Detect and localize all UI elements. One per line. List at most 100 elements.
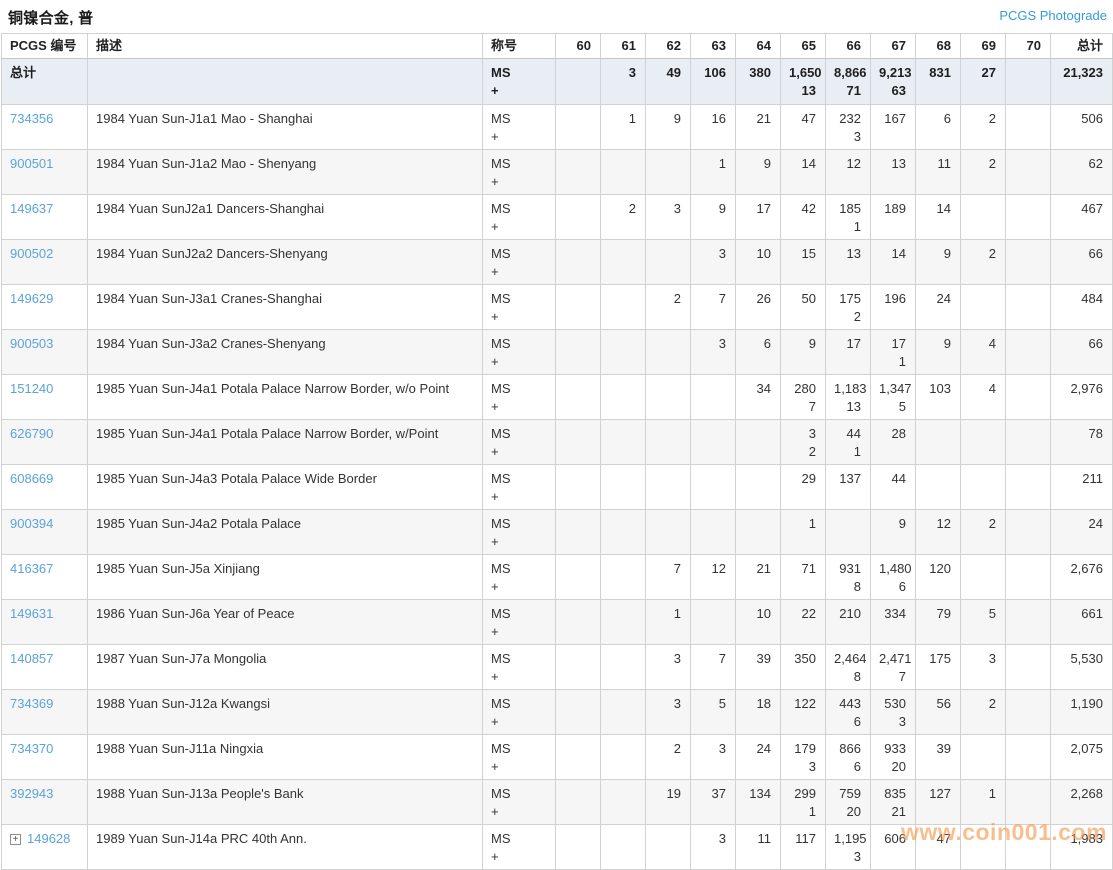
grade-cell-70: [1005, 239, 1051, 285]
pcgs-number-link[interactable]: 626790: [10, 426, 53, 441]
table-row: 149631 1986 Yuan Sun-J6a Year of Peace MS +…: [1, 599, 1113, 645]
pcgs-number-link[interactable]: 392943: [10, 786, 53, 801]
table-row: 734370 1988 Yuan Sun-J11a Ningxia MS + 2 3 24 1…: [1, 734, 1113, 780]
row-total: 2,075: [1050, 734, 1113, 780]
row-total: 484: [1050, 284, 1113, 330]
grade-cell-65: 9: [780, 329, 826, 375]
pcgs-number-cell: 608669: [1, 464, 88, 510]
pcgs-number-link[interactable]: 608669: [10, 471, 53, 486]
pcgs-number-link[interactable]: 416367: [10, 561, 53, 576]
grade-cell-60: [555, 284, 601, 330]
grade-cell-68: 56: [915, 689, 961, 735]
grade-cell-64: 21: [735, 104, 781, 150]
grade-cell-61: [600, 644, 646, 690]
pcgs-number-link[interactable]: 140857: [10, 651, 53, 666]
totals-grade-cell-68: 831: [915, 58, 961, 105]
pcgs-number-link[interactable]: 900501: [10, 156, 53, 171]
pcgs-photograde-link[interactable]: PCGS Photograde: [999, 8, 1107, 23]
grade-cell-62: [645, 329, 691, 375]
grade-cell-64: 9: [735, 149, 781, 195]
grade-cell-68: 24: [915, 284, 961, 330]
grade-cell-66: 866 6: [825, 734, 871, 780]
grade-cell-62: 19: [645, 779, 691, 825]
pcgs-number-link[interactable]: 149629: [10, 291, 53, 306]
coin-description: 1988 Yuan Sun-J12a Kwangsi: [87, 689, 483, 735]
grade-cell-63: 16: [690, 104, 736, 150]
pcgs-number-link[interactable]: 151240: [10, 381, 53, 396]
grade-cell-70: [1005, 194, 1051, 240]
pcgs-number-link[interactable]: 900503: [10, 336, 53, 351]
grade-cell-65: 50: [780, 284, 826, 330]
pcgs-number-cell: 140857: [1, 644, 88, 690]
column-header-grade-63: 63: [690, 33, 736, 59]
pcgs-number-link[interactable]: 900394: [10, 516, 53, 531]
grade-cell-69: [960, 194, 1006, 240]
grade-cell-62: 7: [645, 554, 691, 600]
table-row: 149629 1984 Yuan Sun-J3a1 Cranes-Shanghai…: [1, 284, 1113, 330]
grade-cell-67: 1,480 6: [870, 554, 916, 600]
pcgs-number-link[interactable]: 149637: [10, 201, 53, 216]
grade-cell-63: 7: [690, 644, 736, 690]
grade-cell-64: [735, 419, 781, 465]
table-row: 151240 1985 Yuan Sun-J4a1 Potala Palace N…: [1, 374, 1113, 420]
table-row: 734356 1984 Yuan Sun-J1a1 Mao - Shanghai M…: [1, 104, 1113, 150]
grade-cell-66: 210: [825, 599, 871, 645]
table-row: 416367 1985 Yuan Sun-J5a Xinjiang MS + 7 12 21…: [1, 554, 1113, 600]
grade-cell-63: 3: [690, 329, 736, 375]
grade-cell-61: 1: [600, 104, 646, 150]
coin-description: 1984 Yuan Sun-J1a2 Mao - Shenyang: [87, 149, 483, 195]
grade-cell-62: [645, 464, 691, 510]
column-header-description: 描述: [87, 33, 483, 59]
coin-description: 1984 Yuan Sun-J3a1 Cranes-Shanghai: [87, 284, 483, 330]
grade-cell-60: [555, 374, 601, 420]
coin-description: 1985 Yuan Sun-J4a3 Potala Palace Wide Bo…: [87, 464, 483, 510]
totals-label: 总计: [1, 58, 88, 105]
grade-cell-65: 280 7: [780, 374, 826, 420]
grade-cell-68: 103: [915, 374, 961, 420]
pcgs-number-link[interactable]: 900502: [10, 246, 53, 261]
coin-description: 1985 Yuan Sun-J4a2 Potala Palace: [87, 509, 483, 555]
coin-description: 1988 Yuan Sun-J13a People's Bank: [87, 779, 483, 825]
grade-cell-63: 3: [690, 824, 736, 870]
row-total: 66: [1050, 239, 1113, 285]
grade-cell-61: 2: [600, 194, 646, 240]
grade-cell-69: [960, 464, 1006, 510]
grade-cell-64: 10: [735, 599, 781, 645]
grade-cell-61: [600, 329, 646, 375]
coin-description: 1985 Yuan Sun-J4a1 Potala Palace Narrow …: [87, 374, 483, 420]
designation-cell: MS +: [482, 194, 556, 240]
pcgs-number-link[interactable]: 149631: [10, 606, 53, 621]
grade-cell-67: 9: [870, 509, 916, 555]
pcgs-number-link[interactable]: 734369: [10, 696, 53, 711]
grade-cell-61: [600, 374, 646, 420]
expand-icon[interactable]: +: [10, 834, 21, 845]
grade-cell-66: 443 6: [825, 689, 871, 735]
column-header-grade-60: 60: [555, 33, 601, 59]
grade-cell-63: 12: [690, 554, 736, 600]
grade-cell-61: [600, 824, 646, 870]
pcgs-number-link[interactable]: 734356: [10, 111, 53, 126]
pcgs-number-link[interactable]: 734370: [10, 741, 53, 756]
grade-cell-69: [960, 734, 1006, 780]
grade-cell-60: [555, 689, 601, 735]
grade-cell-66: 185 1: [825, 194, 871, 240]
grade-cell-64: 6: [735, 329, 781, 375]
column-header-pcgs-number: PCGS 编号: [1, 33, 88, 59]
row-total: 661: [1050, 599, 1113, 645]
row-total: 78: [1050, 419, 1113, 465]
grade-cell-62: [645, 374, 691, 420]
row-total: 1,190: [1050, 689, 1113, 735]
grade-cell-66: 137: [825, 464, 871, 510]
designation-cell: MS +: [482, 58, 556, 105]
grade-cell-63: 7: [690, 284, 736, 330]
column-header-designation: 称号: [482, 33, 556, 59]
row-total: 506: [1050, 104, 1113, 150]
pcgs-number-link[interactable]: 149628: [27, 831, 70, 846]
row-total: 2,976: [1050, 374, 1113, 420]
row-total: 1,983: [1050, 824, 1113, 870]
grade-cell-69: 3: [960, 644, 1006, 690]
grade-cell-68: [915, 419, 961, 465]
grade-cell-62: [645, 149, 691, 195]
grade-cell-67: 334: [870, 599, 916, 645]
designation-cell: MS +: [482, 374, 556, 420]
